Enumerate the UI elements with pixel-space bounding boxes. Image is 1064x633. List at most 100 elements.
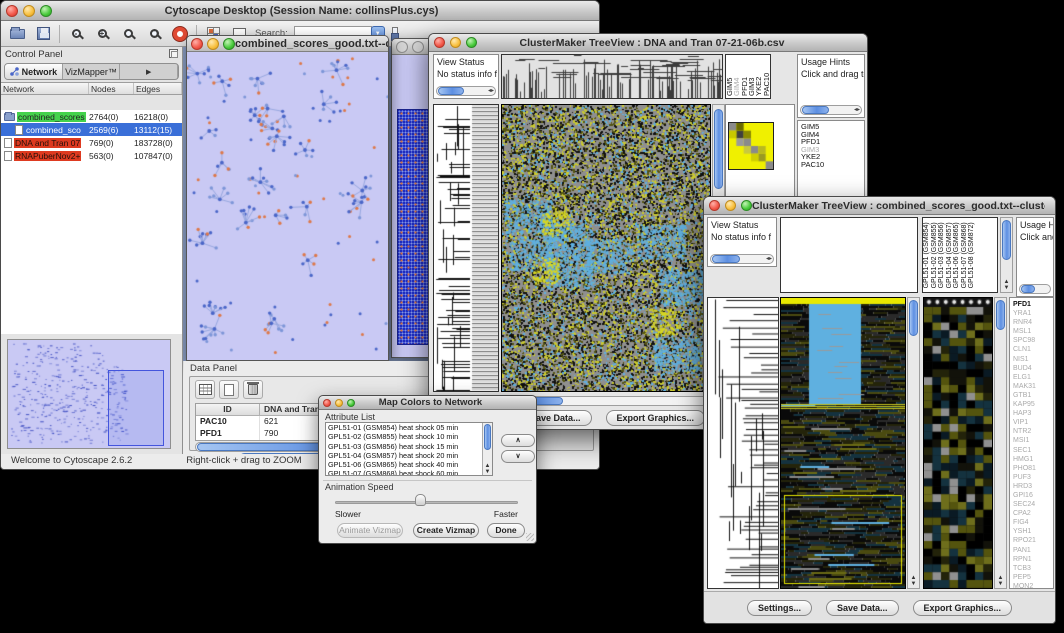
minimize-button[interactable] bbox=[412, 41, 424, 53]
minimize-button[interactable] bbox=[725, 200, 736, 211]
tab-overflow-button[interactable]: ▶ bbox=[120, 64, 178, 79]
gene-label[interactable]: SEC24 bbox=[1013, 500, 1053, 509]
gene-label[interactable]: PHO81 bbox=[1013, 464, 1053, 473]
attribute-list-scrollbar[interactable]: ▲▼ bbox=[482, 423, 492, 475]
close-button[interactable] bbox=[191, 38, 203, 50]
new-attribute-button[interactable] bbox=[219, 380, 239, 399]
column-dendrogram-panel[interactable] bbox=[780, 217, 918, 293]
column-label[interactable]: GPL51-08 (GSM872) bbox=[968, 220, 976, 288]
gene-label[interactable]: RPO21 bbox=[1013, 536, 1053, 545]
view-status-scrollbar[interactable]: ◂▸ bbox=[710, 254, 774, 264]
done-button[interactable]: Done bbox=[487, 523, 525, 538]
maximize-button[interactable] bbox=[223, 38, 235, 50]
column-label[interactable]: GPL51-06 (GSM865) bbox=[953, 220, 961, 288]
gene-label[interactable]: GPI16 bbox=[1013, 491, 1053, 500]
speed-slider-track[interactable] bbox=[335, 501, 518, 504]
heatmap-panel[interactable] bbox=[501, 104, 711, 392]
zoom-fit-button[interactable] bbox=[118, 25, 138, 43]
network-list-item[interactable]: combined_scores2764(0)16218(0) bbox=[1, 110, 182, 123]
tv2-button-export-graphics[interactable]: Export Graphics... bbox=[913, 600, 1013, 616]
close-button[interactable] bbox=[434, 37, 445, 48]
gene-label[interactable]: CPA2 bbox=[1013, 509, 1053, 518]
column-dendrogram-panel[interactable] bbox=[501, 54, 723, 99]
gene-label[interactable]: HRD3 bbox=[1013, 482, 1053, 491]
attribute-list-item[interactable]: GPL51-01 (GSM854) heat shock 05 min bbox=[326, 423, 492, 432]
resize-grip[interactable] bbox=[526, 533, 534, 541]
speed-slider-thumb[interactable] bbox=[415, 494, 426, 506]
zoom-vscrollbar[interactable]: ▲▼ bbox=[994, 297, 1007, 589]
gene-label[interactable]: NIS1 bbox=[1013, 355, 1053, 364]
gene-label[interactable]: MSI1 bbox=[1013, 436, 1053, 445]
scrollbar-thumb[interactable] bbox=[484, 424, 491, 450]
gene-label[interactable]: GTB1 bbox=[1013, 391, 1053, 400]
column-label[interactable]: YKE2 bbox=[755, 57, 762, 96]
gene-label[interactable]: MSL1 bbox=[1013, 327, 1053, 336]
gene-label[interactable]: MAK31 bbox=[1013, 382, 1053, 391]
scrollbar-thumb[interactable] bbox=[996, 300, 1005, 330]
scrollbar-thumb[interactable] bbox=[1002, 220, 1011, 260]
gene-label[interactable]: SPC98 bbox=[1013, 336, 1053, 345]
gene-label[interactable]: RNR4 bbox=[1013, 318, 1053, 327]
gene-label[interactable]: BUD4 bbox=[1013, 364, 1053, 373]
birdseye-view[interactable] bbox=[7, 339, 171, 449]
minimize-button[interactable] bbox=[207, 38, 219, 50]
column-label[interactable]: GPL51-04 (GSM857) bbox=[946, 220, 954, 288]
birdseye-viewport-rect[interactable] bbox=[108, 370, 164, 446]
attribute-list-item[interactable]: GPL51-03 (GSM856) heat shock 15 min bbox=[326, 442, 492, 451]
column-label[interactable]: PAC10 bbox=[763, 57, 770, 96]
correlation-matrix-canvas[interactable] bbox=[728, 122, 774, 170]
minimize-button[interactable] bbox=[23, 5, 35, 17]
animate-vizmap-button[interactable]: Animate Vizmap bbox=[337, 523, 403, 538]
maximize-button[interactable] bbox=[741, 200, 752, 211]
scrollbar-thumb[interactable] bbox=[714, 109, 723, 189]
zoom-out-button[interactable]: - bbox=[66, 25, 86, 43]
gene-label[interactable]: SEC1 bbox=[1013, 446, 1053, 455]
row-dendrogram-panel[interactable] bbox=[707, 297, 779, 589]
attribute-list-item[interactable]: GPL51-04 (GSM857) heat shock 20 min bbox=[326, 451, 492, 460]
network-canvas[interactable] bbox=[187, 52, 388, 360]
zoom-heatmap-panel[interactable] bbox=[923, 297, 993, 589]
float-panel-icon[interactable] bbox=[169, 49, 178, 58]
view-status-scrollbar[interactable]: ◂▸ bbox=[436, 86, 496, 96]
heatmap-panel[interactable] bbox=[780, 297, 906, 589]
scroll-arrows[interactable]: ◂▸ bbox=[854, 106, 860, 115]
scroll-arrows[interactable]: ◂▸ bbox=[488, 87, 494, 96]
gene-label[interactable]: PFD1 bbox=[1013, 300, 1053, 309]
zoom-in-button[interactable]: + bbox=[92, 25, 112, 43]
column-label[interactable]: GPL51-01 (GSM854) bbox=[923, 220, 931, 288]
scrollbar-thumb[interactable] bbox=[1021, 285, 1035, 293]
scroll-arrows[interactable]: ▲▼ bbox=[908, 575, 919, 587]
column-label[interactable]: GIM4 bbox=[733, 57, 740, 96]
open-file-button[interactable] bbox=[7, 25, 27, 43]
maximize-button[interactable] bbox=[466, 37, 477, 48]
scrollbar-thumb[interactable] bbox=[712, 255, 740, 263]
gene-label[interactable]: YSH1 bbox=[1013, 527, 1053, 536]
scrollbar-thumb[interactable] bbox=[909, 300, 918, 336]
gene-label[interactable]: RPN1 bbox=[1013, 555, 1053, 564]
close-button[interactable] bbox=[396, 41, 408, 53]
scroll-arrows[interactable]: ▲▼ bbox=[1001, 279, 1012, 291]
attribute-list-item[interactable]: GPL51-06 (GSM865) heat shock 40 min bbox=[326, 460, 492, 469]
row-label[interactable]: PAC10 bbox=[801, 161, 864, 169]
gene-label[interactable]: YRA1 bbox=[1013, 309, 1053, 318]
column-label[interactable]: GPL51-07 (GSM868) bbox=[961, 220, 969, 288]
save-button[interactable] bbox=[33, 25, 53, 43]
column-label[interactable]: PFD1 bbox=[741, 57, 748, 96]
zoom-selected-button[interactable]: □ bbox=[144, 25, 164, 43]
maximize-button[interactable] bbox=[347, 399, 355, 407]
minimize-button[interactable] bbox=[335, 399, 343, 407]
gene-label[interactable]: PEP5 bbox=[1013, 573, 1053, 582]
gene-label[interactable]: FIG4 bbox=[1013, 518, 1053, 527]
column-labels-scrollbar[interactable]: ▲▼ bbox=[1000, 217, 1013, 293]
gene-label[interactable]: MON2 bbox=[1013, 582, 1053, 589]
gene-label[interactable]: TCB3 bbox=[1013, 564, 1053, 573]
tv1-button-export-graphics[interactable]: Export Graphics... bbox=[606, 410, 706, 426]
gene-label[interactable]: VIP1 bbox=[1013, 418, 1053, 427]
treeview2-titlebar[interactable]: ClusterMaker TreeView : combined_scores_… bbox=[704, 197, 1055, 215]
scrollbar-thumb[interactable] bbox=[802, 106, 829, 114]
scroll-arrows[interactable]: ◂▸ bbox=[766, 255, 772, 264]
move-up-button[interactable]: ∧ bbox=[501, 434, 535, 447]
move-down-button[interactable]: ∨ bbox=[501, 450, 535, 463]
gene-label[interactable]: HAP3 bbox=[1013, 409, 1053, 418]
close-button[interactable] bbox=[6, 5, 18, 17]
